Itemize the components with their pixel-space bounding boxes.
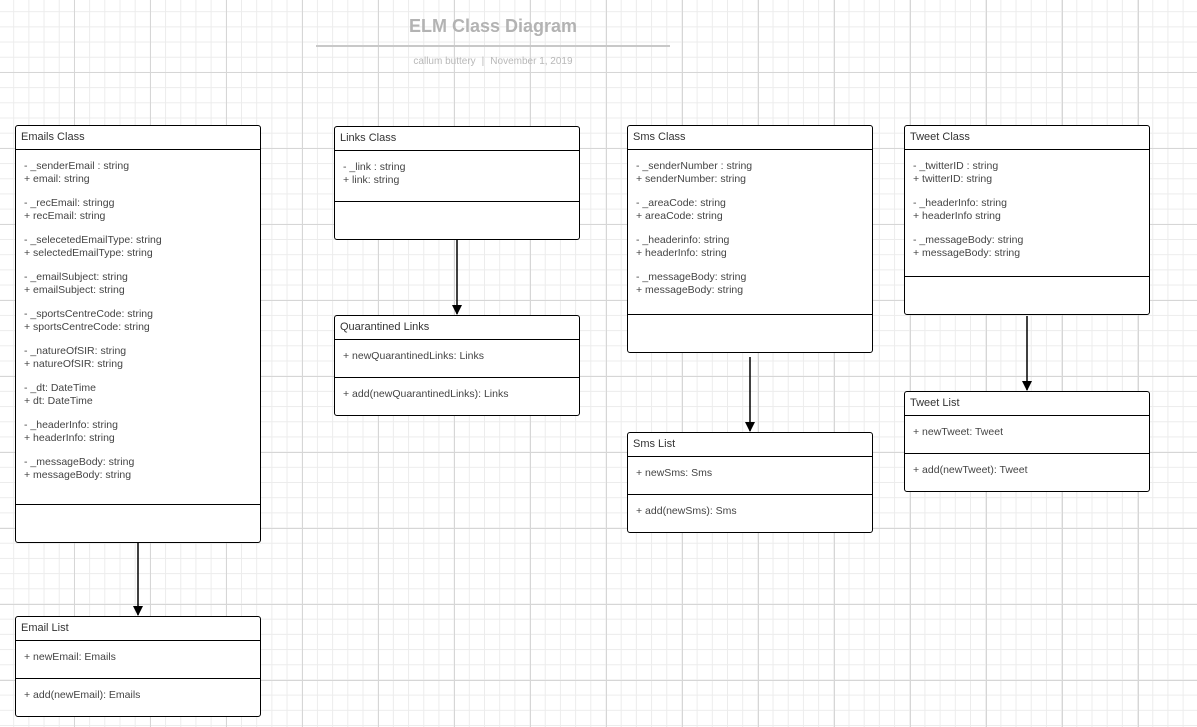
connector-layer [133,240,1032,616]
